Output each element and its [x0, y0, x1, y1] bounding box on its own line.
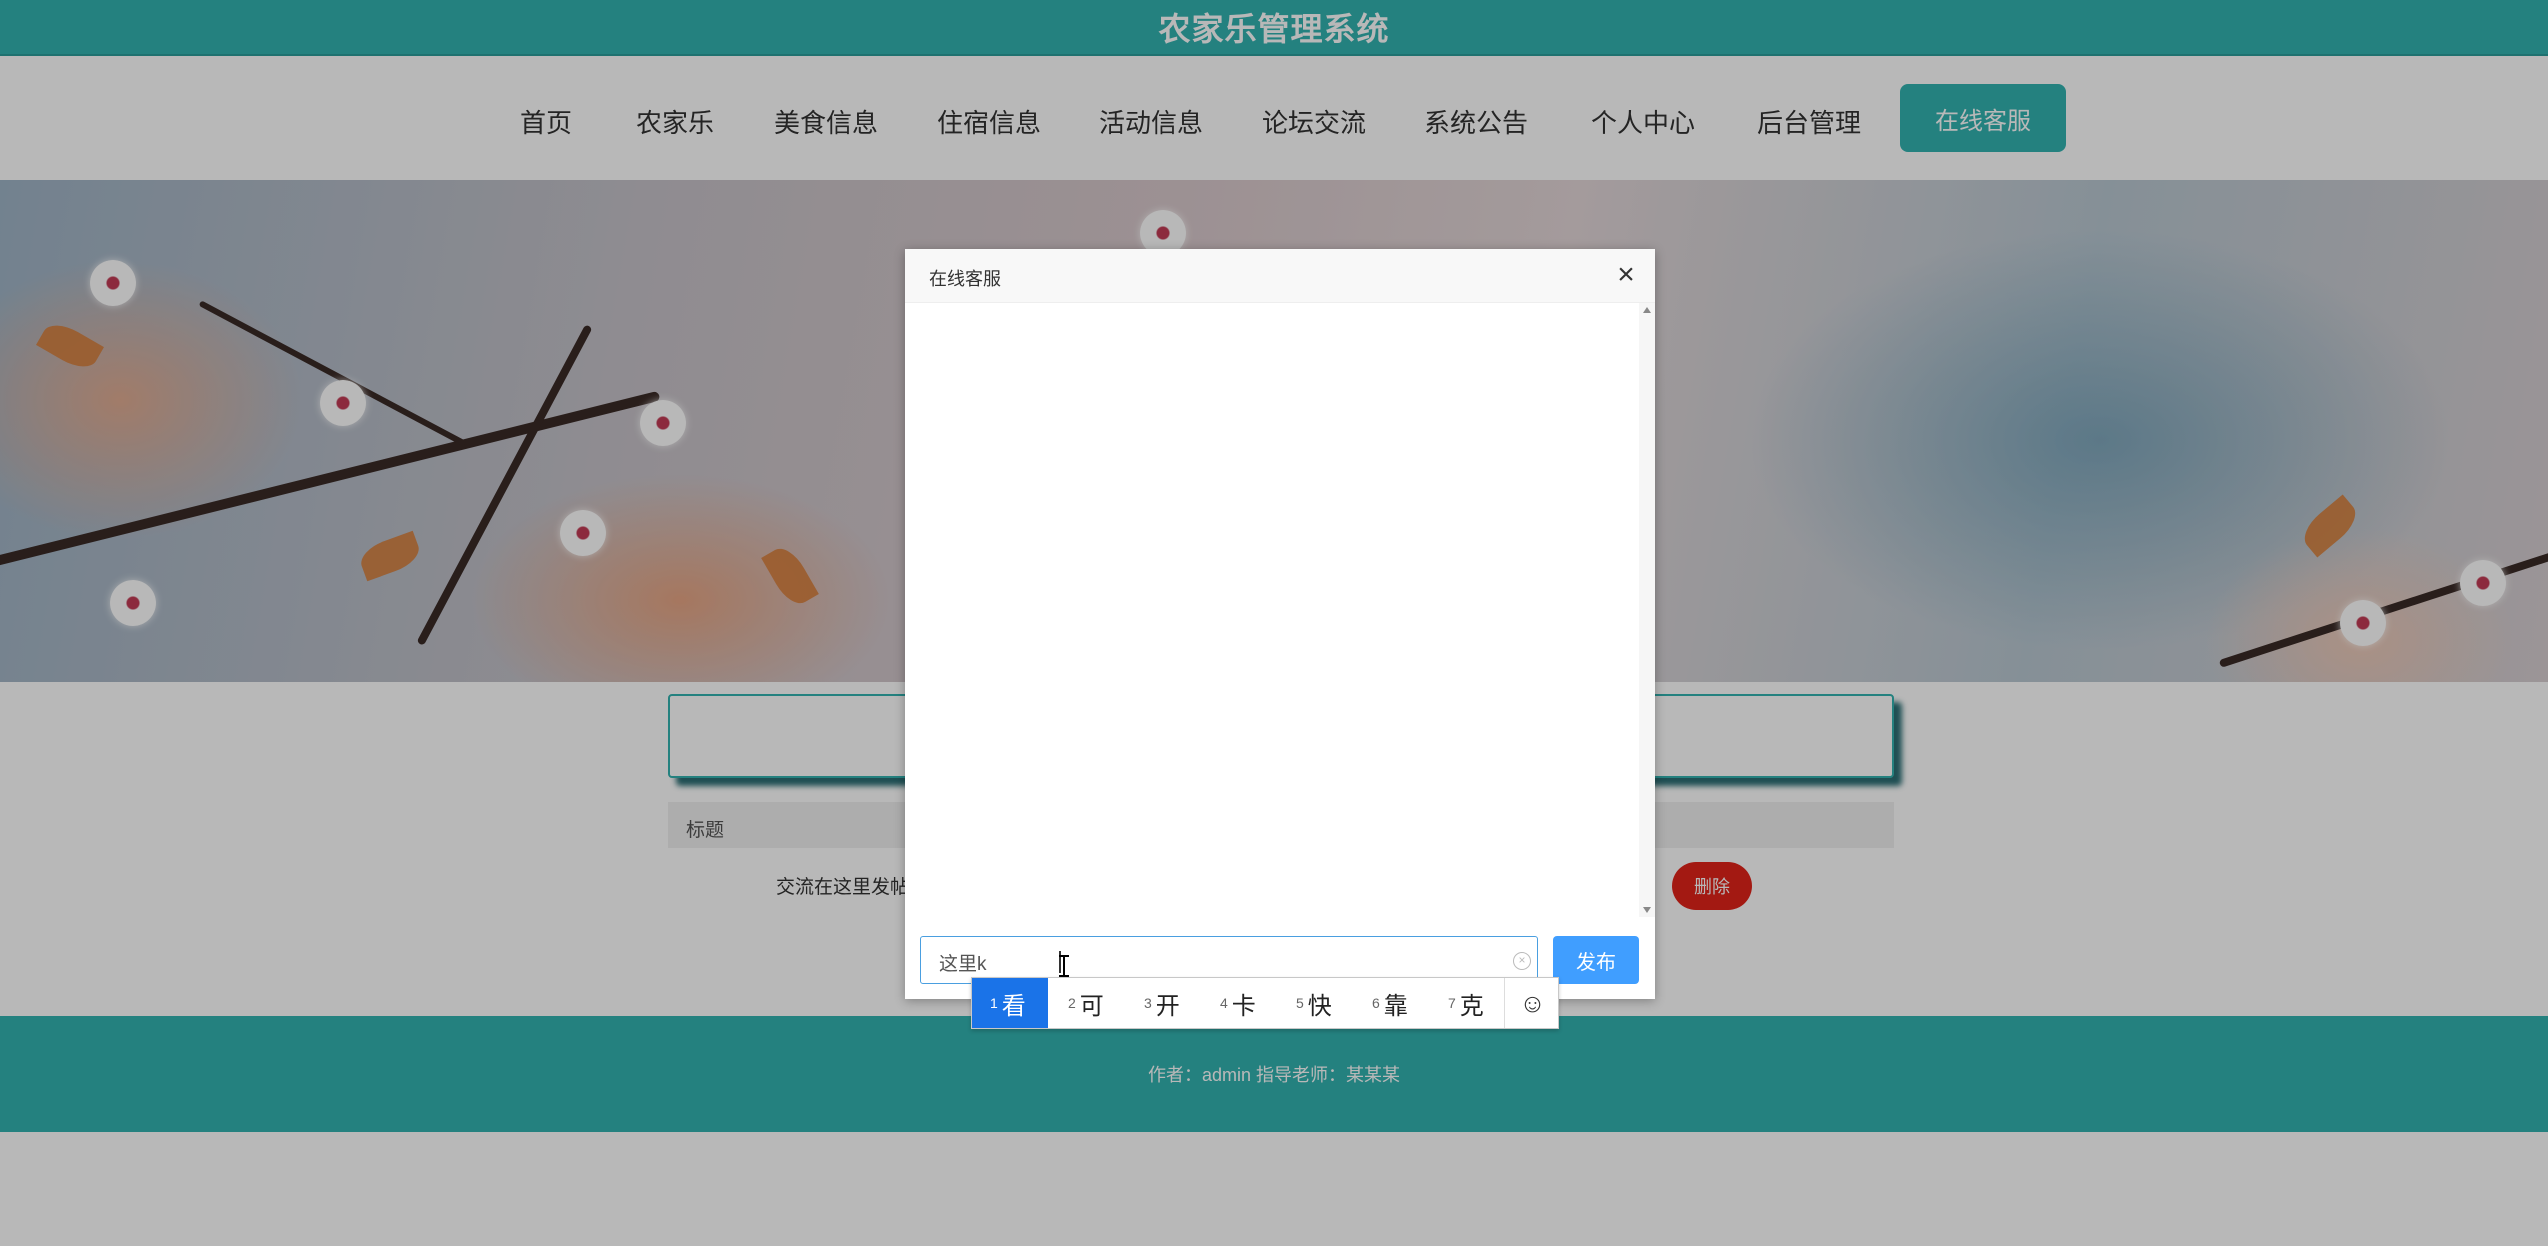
- ime-candidate[interactable]: 7克: [1448, 978, 1484, 1028]
- ime-candidate[interactable]: 2可: [1068, 978, 1104, 1028]
- ime-candidate[interactable]: 3开: [1144, 978, 1180, 1028]
- chat-scrollbar[interactable]: [1639, 303, 1655, 917]
- publish-button[interactable]: 发布: [1553, 936, 1639, 984]
- ime-candidate[interactable]: 1看: [972, 978, 1048, 1028]
- smiley-icon[interactable]: ☺: [1504, 978, 1560, 1028]
- text-cursor-icon: [1059, 955, 1069, 977]
- ime-candidate-bar: 1看 2可 3开 4卡 5快 6靠 7克 ☺: [971, 977, 1559, 1029]
- scroll-down-icon[interactable]: [1643, 907, 1651, 913]
- dialog-title: 在线客服: [929, 269, 1001, 289]
- chat-message-area: [905, 303, 1639, 917]
- ime-candidate[interactable]: 4卡: [1220, 978, 1256, 1028]
- close-icon[interactable]: ×: [1611, 260, 1641, 291]
- ime-candidate[interactable]: 6靠: [1372, 978, 1408, 1028]
- scroll-up-icon[interactable]: [1643, 307, 1651, 313]
- dialog-header: 在线客服 ×: [905, 249, 1655, 303]
- online-service-dialog: 在线客服 × 这里k × 发布: [905, 249, 1655, 999]
- ime-candidate[interactable]: 5快: [1296, 978, 1332, 1028]
- message-input-value: 这里k: [939, 954, 987, 975]
- clear-icon[interactable]: ×: [1513, 952, 1531, 970]
